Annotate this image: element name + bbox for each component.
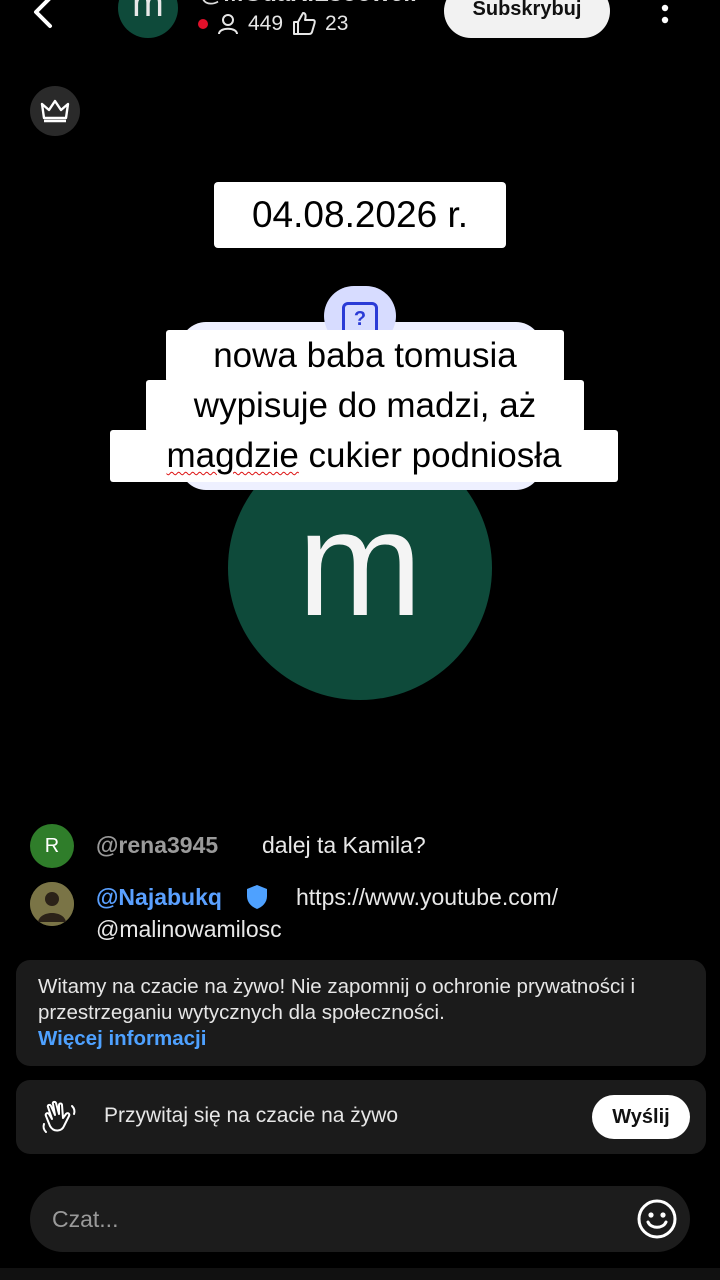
caption-line-2: wypisuje do madzi, aż (146, 380, 584, 432)
date-caption: 04.08.2026 r. (214, 182, 506, 248)
subscribe-button[interactable]: Subskrybuj (444, 0, 610, 38)
greeting-text: Przywitaj się na czacie na żywo (104, 1104, 399, 1127)
bottom-bar (0, 1268, 720, 1280)
channel-avatar[interactable]: m (118, 0, 178, 38)
viewer-count: 449 (248, 12, 284, 35)
crown-icon (40, 99, 70, 123)
message-text[interactable]: https://www.youtube.com/ (296, 884, 558, 911)
emoji-button[interactable] (636, 1198, 678, 1240)
caption-line-3: magdzie cukier podniosła (110, 430, 618, 482)
chat-input[interactable]: Czat... (30, 1186, 690, 1252)
back-button[interactable] (26, 0, 62, 30)
message-text: dalej ta Kamila? (262, 832, 426, 858)
caption-line-1: nowa baba tomusia (166, 330, 564, 382)
crown-button[interactable] (30, 86, 80, 136)
message-text-continued[interactable]: @malinowamilosc (96, 916, 282, 943)
more-vertical-icon (661, 4, 669, 24)
chat-welcome-notice: Witamy na czacie na żywo! Nie zapomnij o… (16, 960, 706, 1066)
live-indicator (198, 19, 208, 29)
more-info-link[interactable]: Więcej informacji (38, 1026, 686, 1052)
avatar[interactable]: R (30, 824, 74, 868)
live-stats: 449 23 (198, 10, 348, 38)
channel-name[interactable]: @MGdaRiLsoowell (200, 0, 420, 8)
emoji-icon (637, 1199, 677, 1239)
chat-input-placeholder: Czat... (52, 1206, 119, 1232)
welcome-text: Witamy na czacie na żywo! Nie zapomnij o… (38, 975, 636, 1024)
more-options-button[interactable] (652, 0, 678, 34)
message-author[interactable]: @Najabukq (96, 884, 222, 911)
greeting-prompt: Przywitaj się na czacie na żywo Wyślij (16, 1080, 706, 1154)
caption-line-3-rest: cukier podniosła (298, 436, 562, 475)
verified-shield-icon (244, 883, 270, 911)
waving-hand-icon (38, 1096, 80, 1138)
like-count: 23 (325, 12, 349, 35)
like-icon (293, 12, 316, 35)
send-greeting-button[interactable]: Wyślij (592, 1095, 690, 1139)
user-photo-icon (30, 882, 74, 926)
avatar[interactable] (30, 882, 74, 926)
chevron-left-icon (34, 0, 52, 28)
message-author[interactable]: @rena3945 (96, 832, 218, 859)
stream-avatar-letter: m (297, 479, 423, 647)
viewers-icon (218, 14, 238, 35)
caption-misspelled-word: magdzie (166, 436, 299, 475)
